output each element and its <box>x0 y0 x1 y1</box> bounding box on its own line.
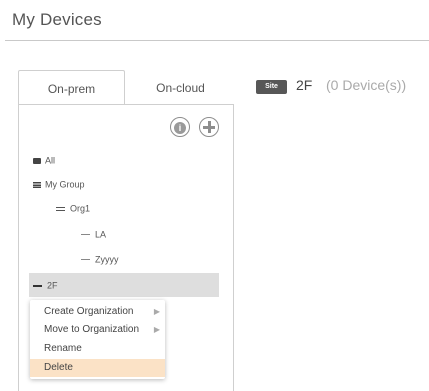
site-icon <box>33 284 42 287</box>
site-icon <box>81 258 90 261</box>
tree-node-my-group[interactable]: My Group <box>33 179 85 190</box>
tree-node-label: My Group <box>45 179 85 190</box>
tree-node-org1[interactable]: Org1 <box>56 203 90 214</box>
organization-icon <box>56 206 65 211</box>
tab-on-prem[interactable]: On-prem <box>18 70 125 104</box>
device-count: (0 Device(s)) <box>326 77 407 93</box>
tree-node-label: 2F <box>47 280 58 291</box>
tree-node-label: LA <box>95 229 107 240</box>
info-glyph: i <box>174 122 186 134</box>
my-devices-page: My Devices On-prem On-cloud i All My Gro… <box>0 0 429 391</box>
all-icon <box>33 157 41 164</box>
menu-item-label: Create Organization <box>44 306 134 317</box>
tree-node-all[interactable]: All <box>33 155 55 166</box>
menu-item-delete[interactable]: Delete <box>30 359 165 377</box>
page-title: My Devices <box>12 10 102 29</box>
context-menu: Create Organization ▶ Move to Organizati… <box>30 300 165 379</box>
add-icon[interactable] <box>199 117 219 137</box>
site-name: 2F <box>296 77 313 93</box>
menu-item-rename[interactable]: Rename <box>30 340 165 358</box>
group-icon <box>33 181 41 188</box>
chevron-right-icon: ▶ <box>153 325 160 334</box>
tree-node-label: Zyyyy <box>95 254 119 265</box>
info-icon[interactable]: i <box>170 117 190 137</box>
title-divider <box>5 40 429 41</box>
menu-item-label: Delete <box>44 362 73 373</box>
tab-on-cloud[interactable]: On-cloud <box>127 70 234 104</box>
tree-node-label: All <box>45 155 56 166</box>
site-badge: Site <box>256 80 287 94</box>
menu-item-move-to-organization[interactable]: Move to Organization ▶ <box>30 321 165 339</box>
plus-horizontal-bar <box>203 126 215 129</box>
menu-item-create-organization[interactable]: Create Organization ▶ <box>30 303 165 321</box>
menu-item-label: Rename <box>44 343 82 354</box>
tree-node-2f[interactable]: 2F <box>33 280 58 291</box>
site-icon <box>81 233 90 236</box>
menu-item-label: Move to Organization <box>44 324 140 335</box>
tree-node-zyyyy[interactable]: Zyyyy <box>81 254 119 265</box>
chevron-right-icon: ▶ <box>153 307 160 316</box>
tree-node-label: Org1 <box>70 203 91 214</box>
tree-node-la[interactable]: LA <box>81 229 106 240</box>
